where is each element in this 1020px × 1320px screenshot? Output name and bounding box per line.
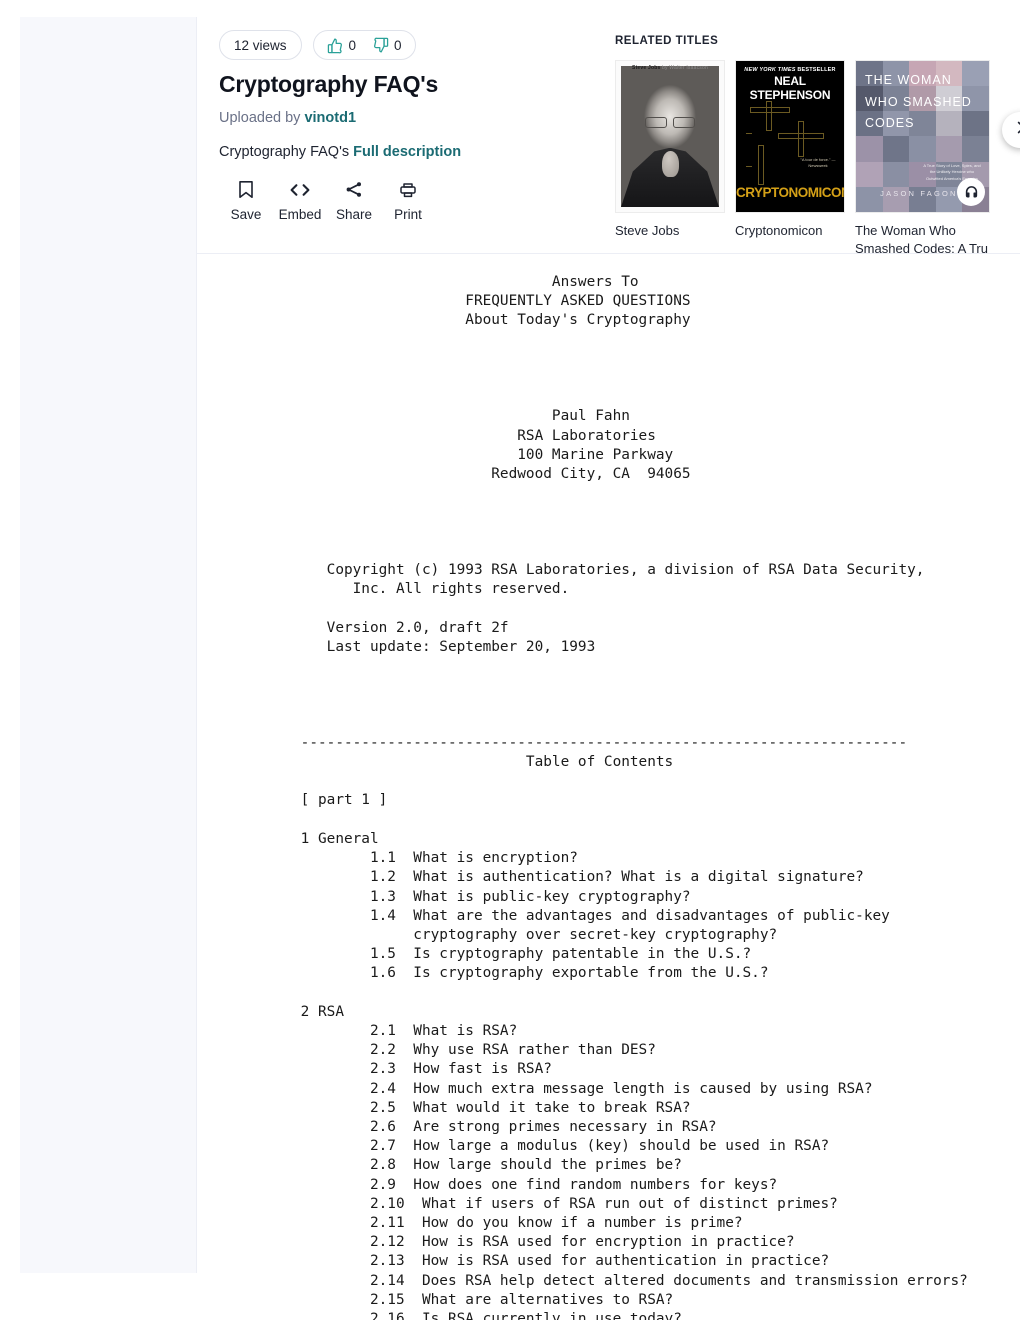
- share-label: Share: [335, 207, 373, 222]
- cover-title-text: Steve Jobs: [632, 65, 661, 71]
- book-cover-woman-who-smashed-codes[interactable]: THE WOMAN WHO SMASHED CODES A True Story…: [855, 60, 990, 213]
- scribd-document-page: 12 views 0 0 Cryptography FAQ's Uploaded…: [0, 0, 1020, 1320]
- related-item-steve-jobs[interactable]: Steve Jobs by Walter Isaacson Steve Jobs: [615, 60, 731, 257]
- cover-author-text: by Walter Isaacson: [660, 65, 708, 71]
- book-cover-cryptonomicon[interactable]: NEW YORK TIMES BESTSELLER NEAL STEPHENSO…: [735, 60, 845, 213]
- related-titles-panel: RELATED TITLES Steve Jobs by Walter Isaa…: [615, 35, 1020, 257]
- embed-button[interactable]: Embed: [273, 180, 327, 222]
- document-header: 12 views 0 0 Cryptography FAQ's Uploaded…: [197, 0, 1020, 257]
- steve-jobs-portrait: [621, 66, 719, 207]
- thumbs-up-icon[interactable]: [327, 37, 344, 54]
- related-titles-carousel: Steve Jobs by Walter Isaacson Steve Jobs…: [615, 60, 1020, 257]
- print-button[interactable]: Print: [381, 180, 435, 222]
- thumbs-down-icon[interactable]: [372, 37, 389, 54]
- cover-title-text: THE WOMAN WHO SMASHED CODES: [865, 73, 972, 130]
- uploaded-by-prefix: Uploaded by: [219, 110, 305, 126]
- upvote-control[interactable]: 0: [327, 37, 357, 54]
- portrait-glasses: [644, 116, 696, 128]
- downvote-count: 0: [394, 37, 402, 53]
- cover-bestseller-text: BESTSELLER: [795, 67, 836, 73]
- views-badge: 12 views: [219, 30, 302, 60]
- code-icon: [290, 180, 310, 199]
- document-page-1: Answers To FREQUENTLY ASKED QUESTIONS Ab…: [197, 255, 1020, 1320]
- related-title-label: Cryptonomicon: [735, 223, 823, 238]
- embed-label: Embed: [278, 207, 322, 222]
- views-count-label: 12 views: [234, 37, 287, 53]
- cover-title-text: CRYPTONOMICON: [736, 185, 845, 200]
- related-title-label: The Woman Who Smashed Codes: A Tru: [855, 223, 988, 256]
- full-description-link[interactable]: Full description: [353, 144, 461, 160]
- share-icon: [345, 180, 363, 199]
- vote-badge: 0 0: [312, 30, 416, 60]
- cover-byline: Steve Jobs by Walter Isaacson: [616, 65, 724, 71]
- carousel-next-button[interactable]: [1002, 112, 1020, 148]
- bookmark-icon: [238, 180, 254, 199]
- save-button[interactable]: Save: [219, 180, 273, 222]
- related-titles-heading: RELATED TITLES: [615, 35, 719, 47]
- audiobook-headphones-icon: [957, 178, 985, 206]
- uploader-link[interactable]: vinotd1: [304, 110, 356, 126]
- cover-bestseller-banner: NEW YORK TIMES BESTSELLER: [736, 67, 844, 73]
- document-text: Answers To FREQUENTLY ASKED QUESTIONS Ab…: [300, 274, 968, 1320]
- share-button[interactable]: Share: [327, 180, 381, 222]
- left-sidebar-rail: [20, 17, 197, 1273]
- cover-blurb: "A tour de force." —Newsweek: [800, 157, 836, 168]
- document-viewer[interactable]: Answers To FREQUENTLY ASKED QUESTIONS Ab…: [197, 255, 1020, 1320]
- description-prefix: Cryptography FAQ's: [219, 144, 354, 160]
- downvote-control[interactable]: 0: [372, 37, 402, 54]
- printer-icon: [399, 180, 417, 199]
- related-item-woman-who-smashed-codes[interactable]: THE WOMAN WHO SMASHED CODES A True Story…: [855, 60, 990, 257]
- upvote-count: 0: [348, 37, 357, 53]
- book-cover-steve-jobs[interactable]: Steve Jobs by Walter Isaacson: [615, 60, 725, 213]
- chevron-right-icon: [1013, 120, 1020, 140]
- print-label: Print: [394, 207, 422, 222]
- save-label: Save: [230, 207, 262, 222]
- related-item-cryptonomicon[interactable]: NEW YORK TIMES BESTSELLER NEAL STEPHENSO…: [735, 60, 851, 257]
- cover-author-name: NEAL STEPHENSON: [749, 74, 831, 102]
- portrait-hand: [662, 150, 680, 177]
- related-title-label: Steve Jobs: [615, 223, 680, 238]
- cover-nyt-text: NEW YORK TIMES: [744, 67, 796, 73]
